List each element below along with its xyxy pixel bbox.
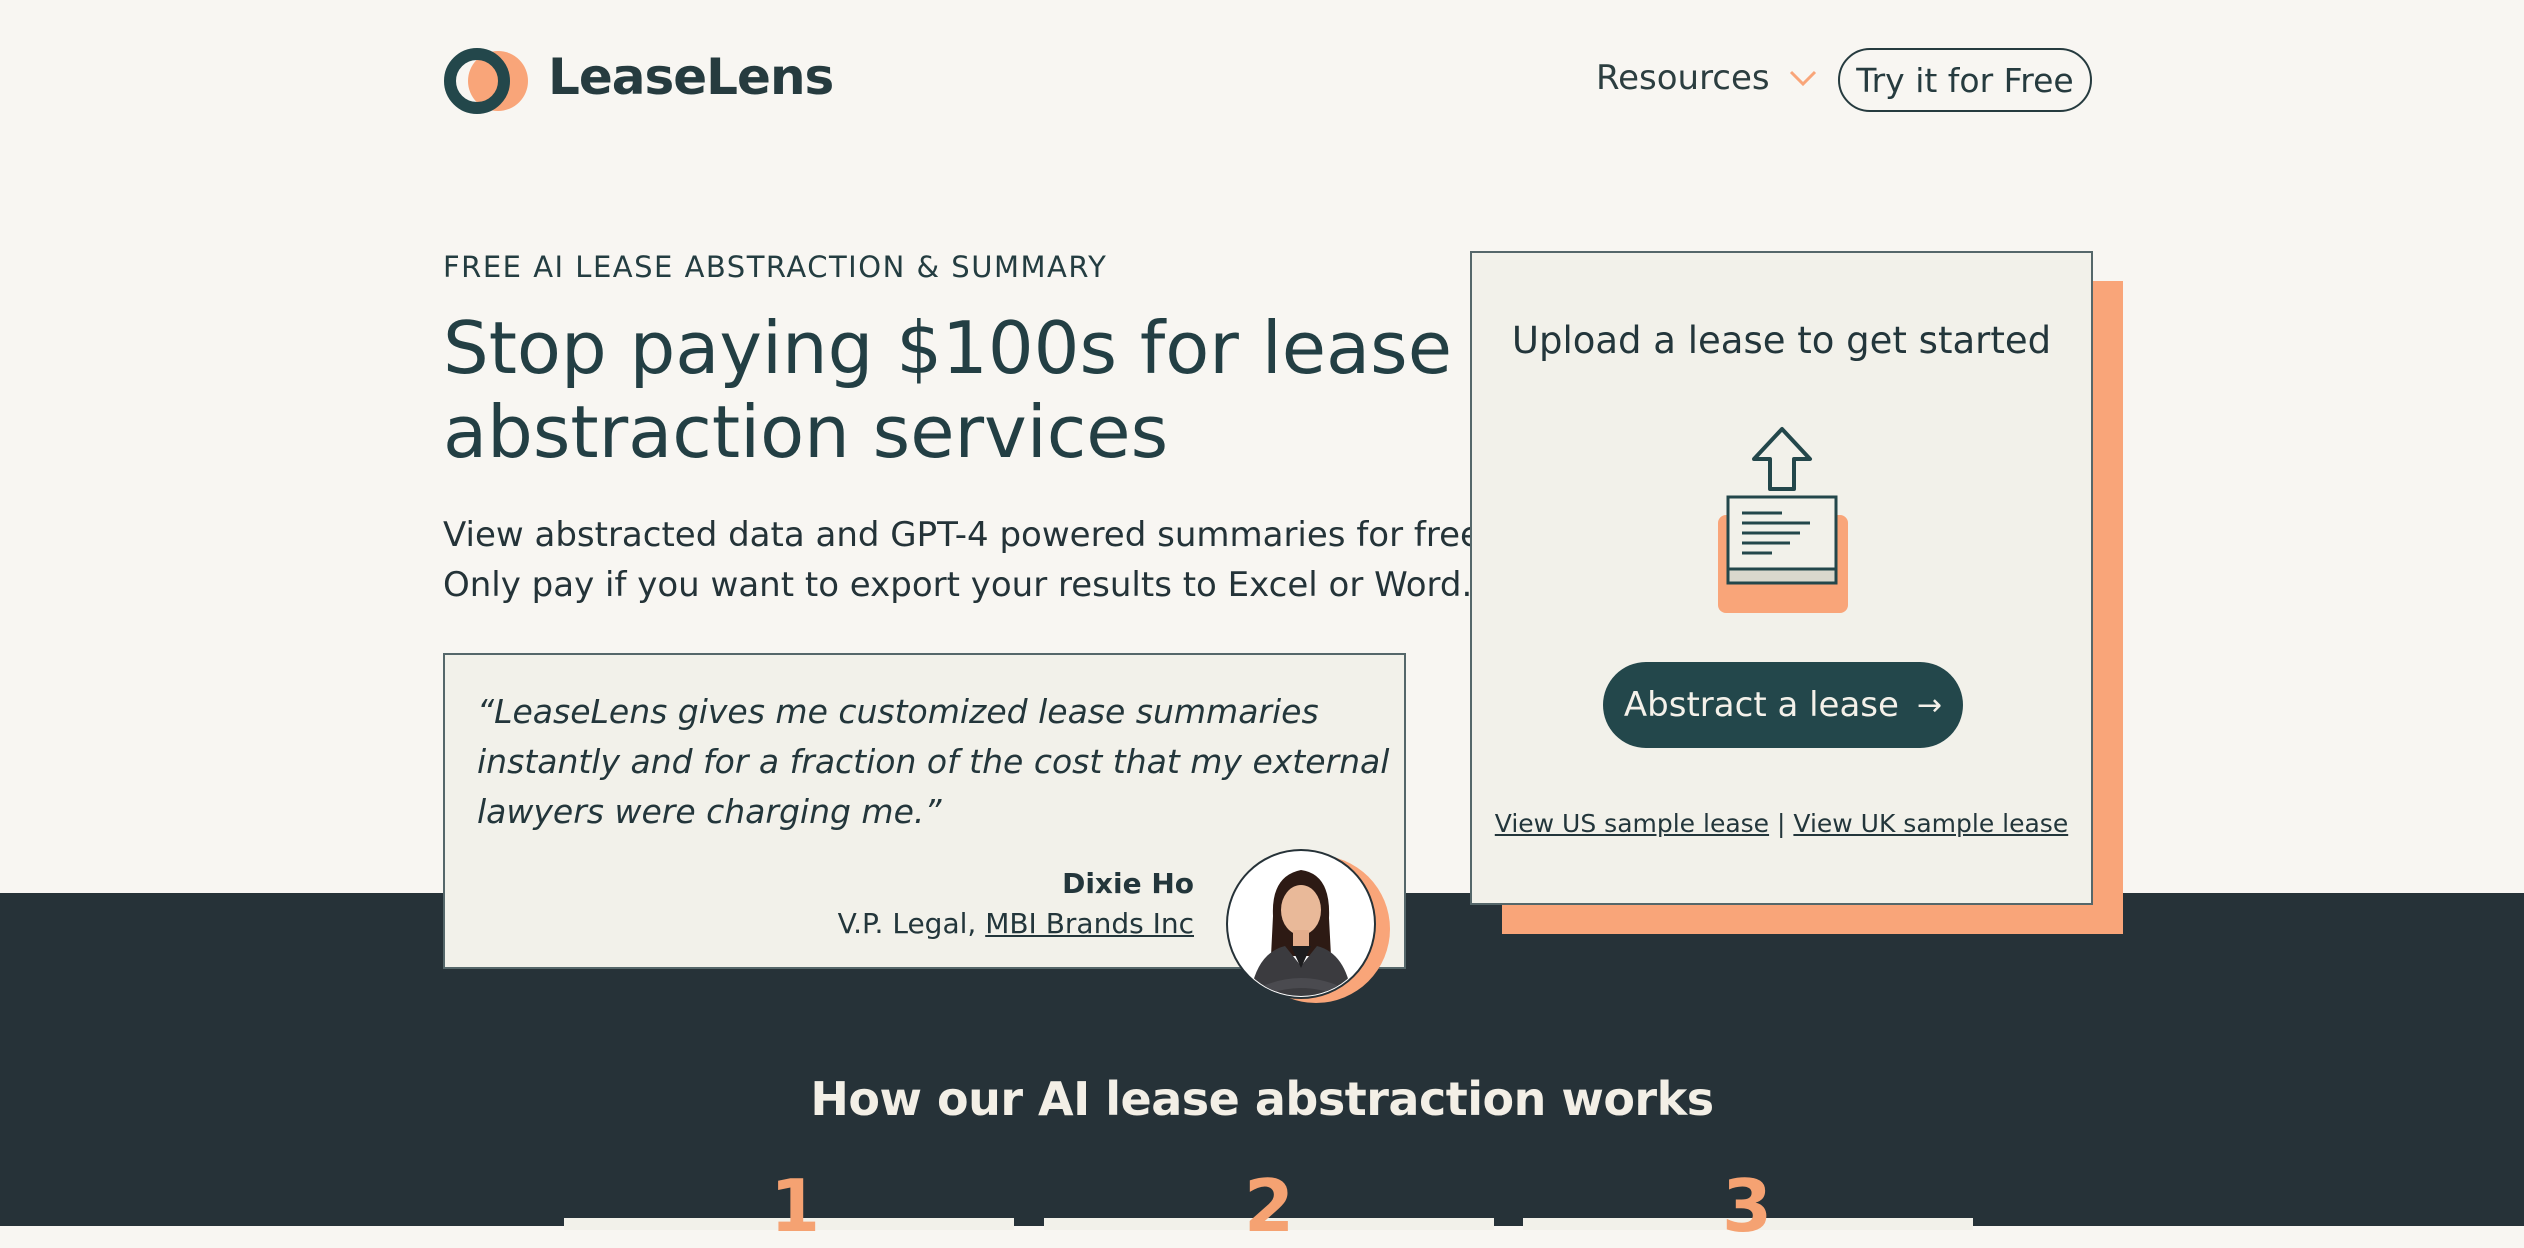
arrow-right-icon: → [1916,687,1943,723]
quote-line: “LeaseLens gives me customized lease sum… [477,692,1319,731]
step-number: 1 [770,1164,821,1248]
abstract-lease-button[interactable]: Abstract a lease → [1603,662,1963,748]
leaselens-logo-icon[interactable] [443,46,531,116]
hero-subtitle: View abstracted data and GPT-4 powered s… [443,510,1495,610]
step-number: 2 [1244,1164,1295,1248]
hero-eyebrow: FREE AI LEASE ABSTRACTION & SUMMARY [443,250,1108,284]
link-separator: | [1769,809,1794,838]
step-number: 3 [1722,1164,1773,1248]
upload-title: Upload a lease to get started [1511,319,2052,362]
abstract-lease-label: Abstract a lease [1623,685,1899,725]
view-uk-sample-link[interactable]: View UK sample lease [1793,809,2068,838]
author-title: V.P. Legal, [837,907,986,940]
testimonial-author-role: V.P. Legal, MBI Brands Inc [838,907,1194,940]
avatar [1226,849,1390,1003]
hero-title: Stop paying $100s for lease abstraction … [443,306,1452,474]
upload-card[interactable]: Upload a lease to get started Abstract a… [1470,251,2093,905]
sample-links: View US sample lease | View UK sample le… [1472,809,2091,838]
upload-document-icon [1718,427,1848,613]
quote-line: instantly and for a fraction of the cost… [477,742,1390,781]
try-free-button[interactable]: Try it for Free [1838,48,2092,112]
hero-subtitle-line: Only pay if you want to export your resu… [443,565,1473,605]
quote-line: lawyers were charging me.” [477,792,942,831]
chevron-down-icon [1789,70,1816,87]
hero-subtitle-line: View abstracted data and GPT-4 powered s… [443,515,1495,555]
how-it-works-title: How our AI lease abstraction works [810,1072,1714,1126]
company-link[interactable]: MBI Brands Inc [985,907,1194,940]
resources-label: Resources [1596,58,1770,98]
testimonial-author-name: Dixie Ho [1062,867,1194,900]
view-us-sample-link[interactable]: View US sample lease [1495,809,1769,838]
resources-menu[interactable]: Resources [1596,58,1818,98]
logo-wordmark[interactable]: LeaseLens [548,48,834,106]
testimonial-quote: “LeaseLens gives me customized lease sum… [477,687,1390,837]
